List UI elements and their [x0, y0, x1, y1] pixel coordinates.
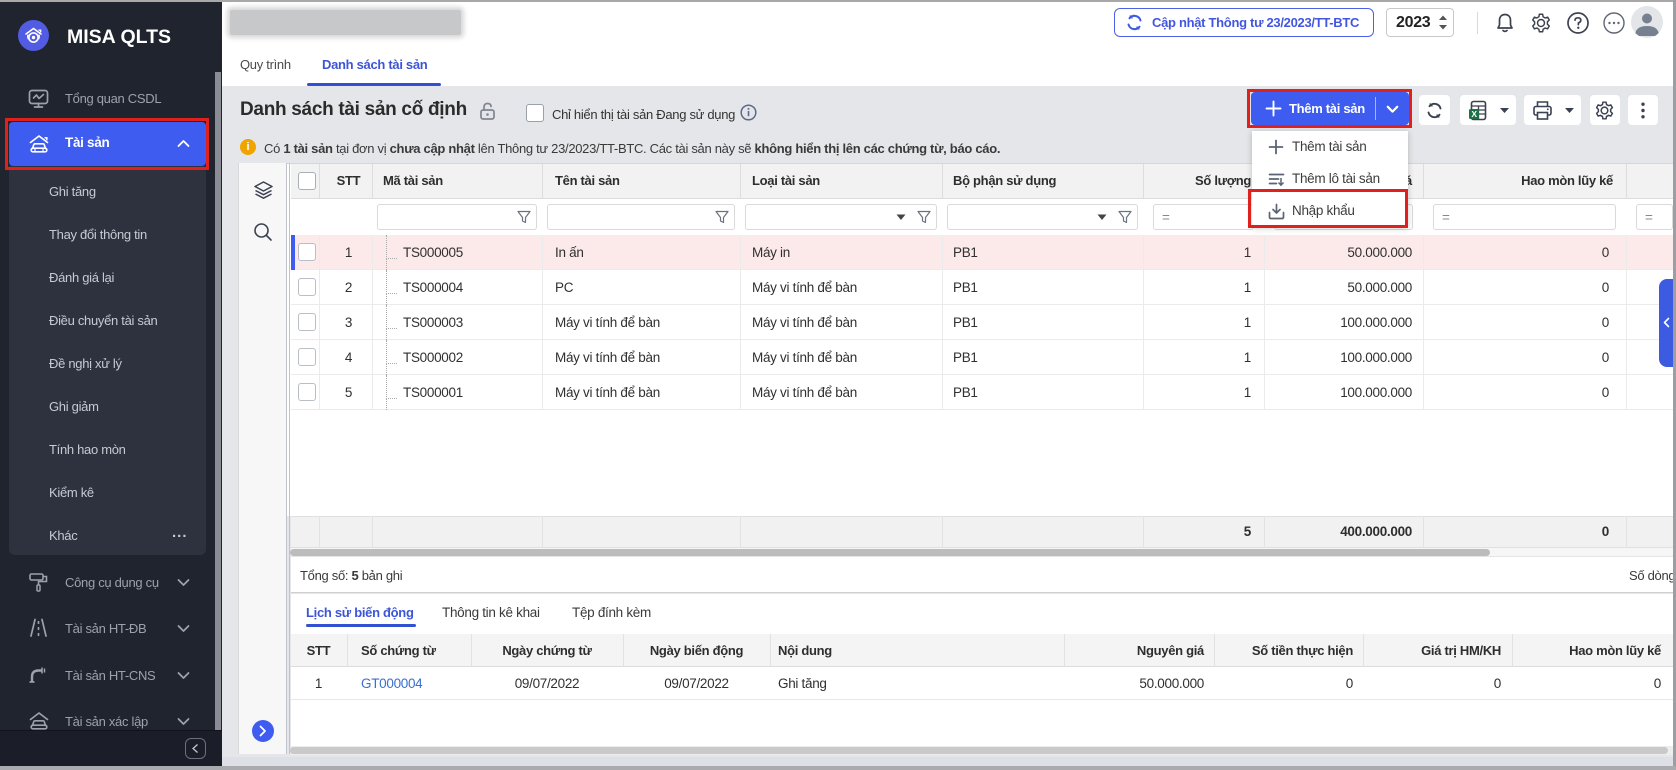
svg-text:X: X: [1471, 109, 1477, 119]
